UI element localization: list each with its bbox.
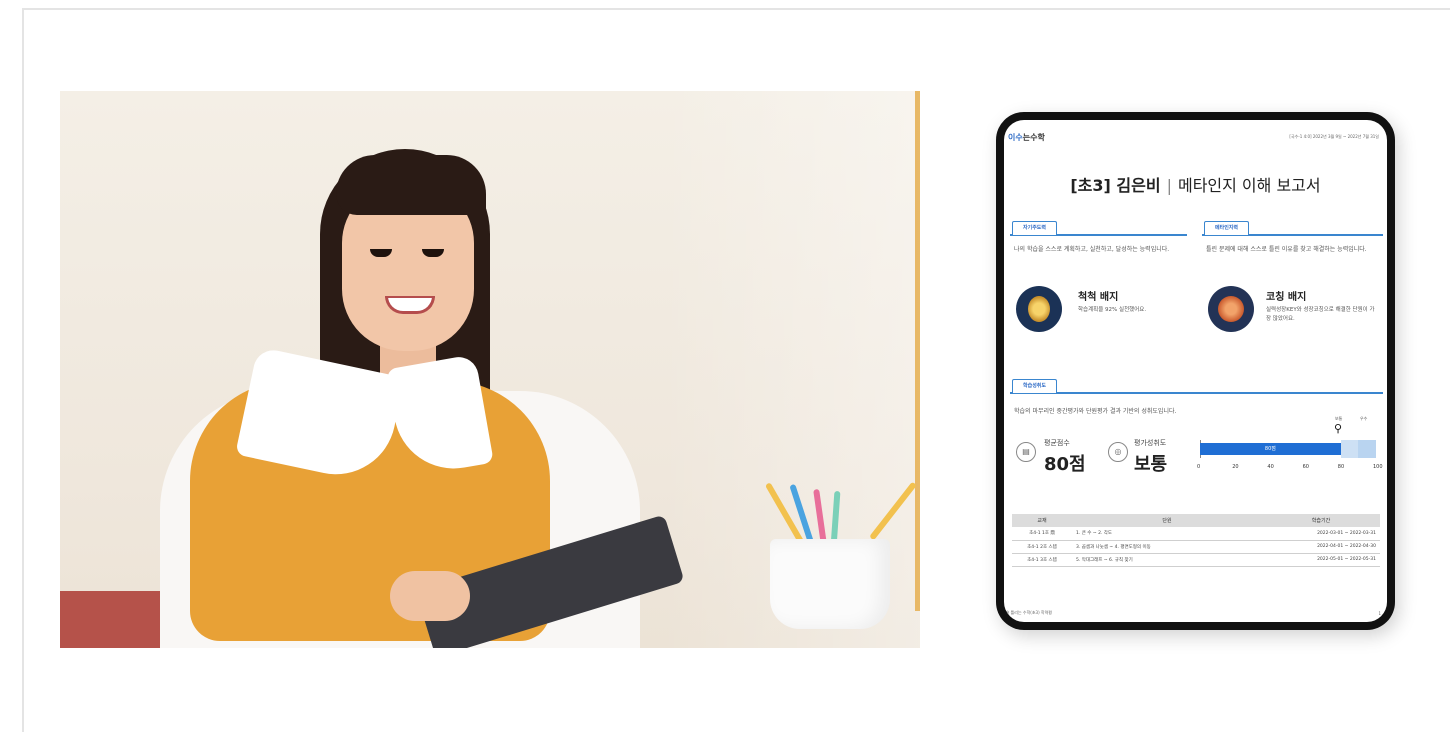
axis-tick-label: 40 (1267, 464, 1274, 470)
cell-unit: 3. 곱셈과 나눗셈 ~ 4. 평면도형의 이동 (1072, 540, 1262, 554)
axis-tick-label: 100 (1373, 464, 1383, 470)
section-rule (1010, 392, 1383, 394)
cell-unit: 5. 막대그래프 ~ 6. 규칙 찾기 (1072, 553, 1262, 567)
report-header: 이수는수학 [국수-1 4:0] 2022년 3월 9일 ~ 2022년 7월 … (1004, 132, 1387, 146)
report-title: [초3] 김은비 | 메타인지 이해 보고서 (1004, 172, 1387, 196)
badge-desc-1: 학습계획을 92% 실천했어요. (1078, 307, 1147, 313)
self-directed-desc: 나의 학습을 스스로 계획하고, 실천하고, 달성하는 능력입니다. (1014, 246, 1170, 253)
report-subtitle: 메타인지 이해 보고서 (1177, 176, 1321, 195)
cell-period: 2022-04-01 ~ 2022-04-30 (1262, 540, 1380, 554)
axis-tick-label: 80 (1337, 464, 1345, 470)
student-name: [초3] 김은비 (1070, 176, 1161, 195)
cell-textbook: 초4-1 2호 스텝 (1012, 540, 1072, 554)
tab-achievement: 학습성취도 (1012, 379, 1058, 393)
report-period: [국수-1 4:0] 2022년 3월 9일 ~ 2022년 7월 31일 (1289, 134, 1379, 139)
zone-normal (1340, 440, 1359, 458)
target-icon: ◎ (1108, 442, 1128, 462)
score-sheet-icon: ▤ (1016, 442, 1036, 462)
footer-note: ※ 틀리는 수학(초3) 학력평 (1006, 610, 1052, 615)
achievement-level-value: 보통 (1134, 454, 1168, 475)
col-header-textbook: 교재 (1012, 514, 1072, 527)
cell-period: 2022-05-01 ~ 2022-05-31 (1262, 553, 1380, 567)
student-photo (60, 91, 920, 648)
cell-textbook: 초4-1 1호 鼎 (1012, 527, 1072, 541)
table-row: 초4-1 2호 스텝 3. 곱셈과 나눗셈 ~ 4. 평면도형의 이동 2022… (1012, 540, 1380, 554)
brand-part2: 는수학 (1022, 133, 1045, 142)
zone-label-excellent: 우수 (1360, 416, 1368, 421)
badge-name-2: 코칭 배지 (1266, 292, 1307, 303)
achievement-desc: 학습의 마무리인 중간평가와 단원평가 결과 기반의 성취도입니다. (1014, 408, 1177, 415)
zone-excellent (1358, 440, 1376, 458)
chair (60, 591, 170, 648)
cell-unit: 1. 큰 수 ~ 2. 각도 (1072, 527, 1262, 541)
cell-period: 2022-03-01 ~ 2022-03-31 (1262, 527, 1380, 541)
axis-tick-label: 20 (1232, 464, 1239, 470)
badge-name-1: 척척 배지 (1078, 292, 1119, 303)
table-row: 초4-1 1호 鼎 1. 큰 수 ~ 2. 각도 2022-03-01 ~ 20… (1012, 527, 1380, 541)
yellow-wall (915, 91, 920, 611)
table-header-row: 교재 단원 학습기간 (1012, 514, 1380, 527)
hand (390, 571, 470, 621)
title-separator: | (1166, 176, 1172, 195)
axis-tick-label: 0 (1197, 464, 1201, 470)
bronze-medal-icon (1208, 286, 1254, 332)
page-number: 1 (1378, 611, 1381, 616)
table-row: 초4-1 3호 스텝 5. 막대그래프 ~ 6. 규칙 찾기 2022-05-0… (1012, 553, 1380, 567)
tab-metacognition: 메타인지력 (1204, 221, 1250, 235)
cell-textbook: 초4-1 3호 스텝 (1012, 553, 1072, 567)
bangs (336, 155, 486, 215)
report-screen: 이수는수학 [국수-1 4:0] 2022년 3월 9일 ~ 2022년 7월 … (1004, 120, 1387, 622)
avg-score-label: 평균점수 (1044, 439, 1070, 447)
brand-logo: 이수는수학 (1008, 132, 1045, 143)
tab-self-directed: 자기주도력 (1012, 221, 1058, 235)
axis-tick-label: 60 (1302, 464, 1309, 470)
brand-part1: 이수 (1008, 133, 1023, 142)
col-header-unit: 단원 (1072, 514, 1262, 527)
gold-medal-icon (1016, 286, 1062, 332)
metacognition-desc: 틀린 문제에 대해 스스로 틀린 이유를 찾고 해결하는 능력입니다. (1206, 246, 1367, 253)
achievement-bar-chart: 80점 (1200, 432, 1376, 462)
study-table: 교재 단원 학습기간 초4-1 1호 鼎 1. 큰 수 ~ 2. 각도 2022… (1012, 514, 1380, 567)
score-bar: 80점 (1200, 443, 1341, 455)
pencil-cup (770, 539, 890, 629)
col-header-period: 학습기간 (1262, 514, 1380, 527)
avg-score-value: 80점 (1044, 454, 1086, 475)
badge-desc-2: 실력성장KEY와 성장코칭으로 해결한 단원이 가장 많았어요. (1266, 307, 1375, 322)
achievement-level-label: 평가성취도 (1134, 439, 1167, 447)
tablet-device: 이수는수학 [국수-1 4:0] 2022년 3월 9일 ~ 2022년 7월 … (996, 112, 1395, 630)
